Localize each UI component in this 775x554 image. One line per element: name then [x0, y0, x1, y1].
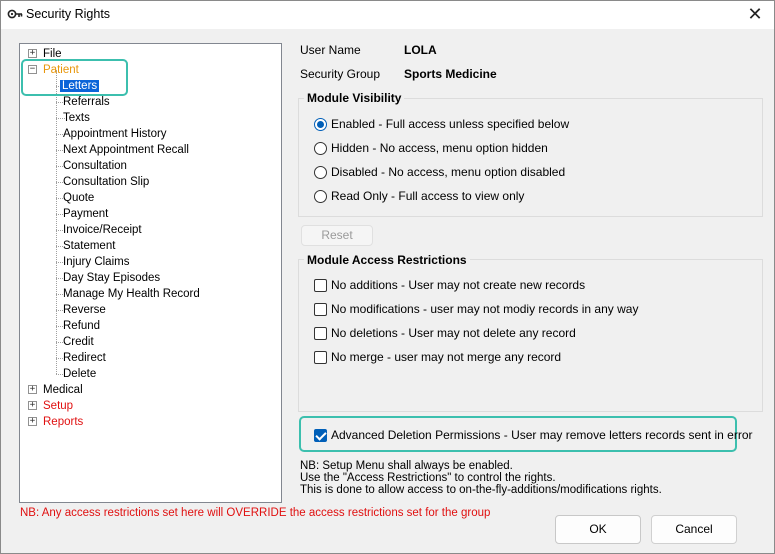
tree-item-next-appointment-recall[interactable]: Next Appointment Recall	[63, 142, 189, 158]
user-name-label: User Name	[300, 43, 361, 57]
tree-connector	[56, 70, 57, 374]
tree-item-appointment-history[interactable]: Appointment History	[63, 126, 167, 142]
title-bar: Security Rights ✕	[1, 1, 774, 29]
close-button[interactable]: ✕	[744, 4, 766, 24]
checkbox-advanced-deletion[interactable]	[314, 429, 327, 442]
checkbox-no-deletions-label: No deletions - User may not delete any r…	[331, 326, 576, 340]
tree-item-delete[interactable]: Delete	[63, 366, 96, 382]
radio-enabled[interactable]	[314, 118, 327, 131]
security-group-label: Security Group	[300, 67, 381, 81]
radio-read-only-label: Read Only - Full access to view only	[331, 189, 525, 203]
window-title: Security Rights	[26, 7, 111, 21]
tree-item-payment[interactable]: Payment	[63, 206, 108, 222]
checkbox-no-additions[interactable]	[314, 279, 327, 292]
access-restrictions-title: Module Access Restrictions	[304, 253, 470, 267]
radio-read-only[interactable]	[314, 190, 327, 203]
tree-item-refund[interactable]: Refund	[63, 318, 100, 334]
highlight-annotation	[21, 59, 128, 96]
tree-item-reverse[interactable]: Reverse	[63, 302, 106, 318]
radio-hidden[interactable]	[314, 142, 327, 155]
checkbox-no-merge[interactable]	[314, 351, 327, 364]
expand-icon[interactable]: +	[28, 417, 37, 426]
tree-item-invoice-receipt[interactable]: Invoice/Receipt	[63, 222, 142, 238]
user-name-value: LOLA	[404, 43, 437, 57]
tree-item-label: Setup	[43, 400, 74, 412]
rights-tree[interactable]: + File − Patient Letters Referrals Texts…	[19, 43, 282, 503]
checkbox-no-modifications[interactable]	[314, 303, 327, 316]
security-group-value: Sports Medicine	[404, 67, 497, 81]
radio-hidden-label: Hidden - No access, menu option hidden	[331, 141, 548, 155]
tree-item-redirect[interactable]: Redirect	[63, 350, 106, 366]
checkbox-no-merge-label: No merge - user may not merge any record	[331, 350, 562, 364]
tree-item-statement[interactable]: Statement	[63, 238, 115, 254]
checkbox-no-modifications-label: No modifications - user may not modiy re…	[331, 302, 639, 316]
note-line: Use the "Access Restrictions" to control…	[300, 472, 556, 484]
tree-item-day-stay-episodes[interactable]: Day Stay Episodes	[63, 270, 160, 286]
radio-enabled-label: Enabled - Full access unless specified b…	[331, 117, 570, 131]
tree-item-label: Reports	[43, 416, 84, 428]
cancel-button[interactable]: Cancel	[651, 515, 737, 544]
expand-icon[interactable]: +	[28, 401, 37, 410]
tree-item-injury-claims[interactable]: Injury Claims	[63, 254, 129, 270]
expand-icon[interactable]: +	[28, 49, 37, 58]
close-icon: ✕	[747, 4, 763, 24]
radio-disabled-label: Disabled - No access, menu option disabl…	[331, 165, 566, 179]
tree-item-label: Medical	[43, 384, 83, 396]
reset-button[interactable]: Reset	[301, 225, 373, 246]
checkbox-no-deletions[interactable]	[314, 327, 327, 340]
checkbox-no-additions-label: No additions - User may not create new r…	[331, 278, 586, 292]
ok-button[interactable]: OK	[555, 515, 641, 544]
tree-item-consultation-slip[interactable]: Consultation Slip	[63, 174, 149, 190]
tree-item-manage-my-health-record[interactable]: Manage My Health Record	[63, 286, 200, 302]
expand-icon[interactable]: +	[28, 385, 37, 394]
tree-item-quote[interactable]: Quote	[63, 190, 94, 206]
key-icon	[7, 9, 23, 19]
note-line: This is done to allow access to on-the-f…	[300, 484, 662, 496]
tree-item-texts[interactable]: Texts	[63, 110, 90, 126]
override-warning: NB: Any access restrictions set here wil…	[20, 507, 491, 519]
tree-item-referrals[interactable]: Referrals	[63, 94, 110, 110]
security-rights-dialog: Security Rights ✕ + File − Patient Lette…	[0, 0, 775, 554]
tree-item-consultation[interactable]: Consultation	[63, 158, 127, 174]
radio-disabled[interactable]	[314, 166, 327, 179]
tree-item-credit[interactable]: Credit	[63, 334, 94, 350]
note-line: NB: Setup Menu shall always be enabled.	[300, 460, 513, 472]
module-visibility-title: Module Visibility	[304, 91, 405, 105]
checkbox-advanced-deletion-label: Advanced Deletion Permissions - User may…	[331, 428, 753, 442]
